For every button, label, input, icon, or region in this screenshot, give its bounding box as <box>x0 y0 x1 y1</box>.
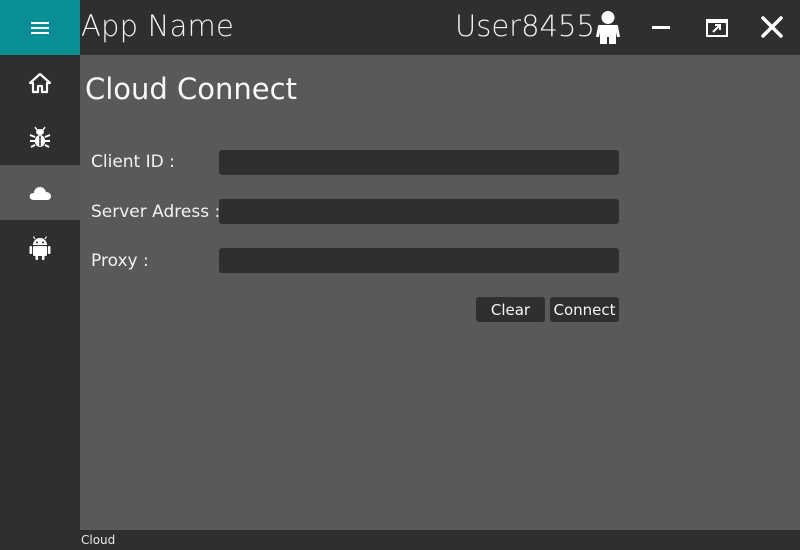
close-button[interactable] <box>757 12 787 42</box>
app-name: App Name <box>81 9 235 43</box>
clear-button[interactable]: Clear <box>476 297 545 322</box>
status-bar: Cloud <box>80 530 800 550</box>
minimize-icon <box>652 26 670 29</box>
proxy-input[interactable] <box>219 248 619 273</box>
menu-button[interactable] <box>0 0 80 55</box>
cloud-icon <box>29 186 51 200</box>
restore-button[interactable] <box>702 12 732 42</box>
main-content: Cloud Connect Client ID : Server Adress … <box>80 55 800 530</box>
sidebar-item-android[interactable] <box>0 220 80 275</box>
title-bar: App Name User8455 <box>80 0 800 55</box>
bug-icon <box>29 126 51 148</box>
client-id-input[interactable] <box>219 150 619 175</box>
sidebar-item-cloud[interactable] <box>0 165 80 220</box>
restore-icon <box>706 19 728 37</box>
user-name: User8455 <box>455 9 595 43</box>
close-icon <box>761 16 783 38</box>
proxy-label: Proxy : <box>91 251 149 271</box>
android-icon <box>29 235 51 260</box>
home-icon <box>29 72 51 93</box>
sidebar-item-home[interactable] <box>0 55 80 110</box>
sidebar-item-bug[interactable] <box>0 110 80 165</box>
app-window: App Name User8455 Cloud Connect Client I… <box>0 0 800 550</box>
client-id-label: Client ID : <box>91 152 175 172</box>
minimize-button[interactable] <box>646 12 676 42</box>
page-title: Cloud Connect <box>85 72 297 106</box>
sidebar <box>0 0 80 550</box>
user-icon[interactable] <box>593 10 623 44</box>
server-address-label: Server Adress : <box>91 202 221 222</box>
status-text: Cloud <box>81 533 116 547</box>
hamburger-menu-icon <box>31 21 49 34</box>
connect-button[interactable]: Connect <box>550 297 619 322</box>
server-address-input[interactable] <box>219 199 619 224</box>
